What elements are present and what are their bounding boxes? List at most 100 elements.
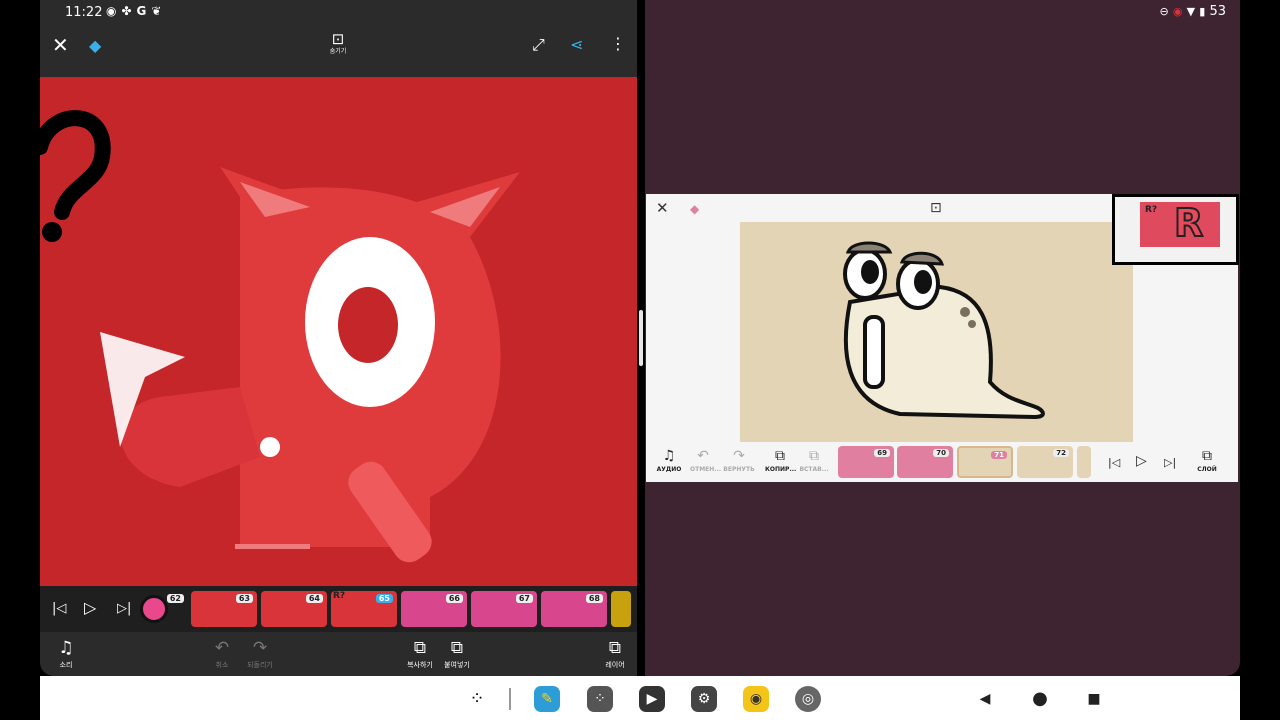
copy-icon: ⧉ xyxy=(775,448,785,464)
snail-eyelid-left xyxy=(845,241,893,254)
chrome-app-icon[interactable]: ◎ xyxy=(795,686,821,712)
close-icon[interactable]: ✕ xyxy=(52,35,69,55)
more-icon[interactable]: ⋮ xyxy=(610,35,626,53)
timeline-frame[interactable]: 62 xyxy=(138,591,188,627)
frame-number: 65 xyxy=(375,594,393,603)
paste-label: ВСТАВ... xyxy=(799,466,829,473)
layer-button[interactable]: ⧉ 레이어 xyxy=(600,638,630,670)
video-timeline-frame[interactable]: 72 xyxy=(1017,446,1073,478)
timeline-frame[interactable]: 63 xyxy=(191,591,257,627)
frame-timeline: |◁ ▷ ▷| 62 63 64 R? 65 66 67 68 xyxy=(40,586,637,632)
system-navbar: ⁘ ✎ ⁘ ▶ ⚙ ◉ ◎ ◀ ● ■ xyxy=(40,676,1240,720)
recents-icon[interactable]: ■ xyxy=(1081,686,1107,712)
fan-icon: ✤ xyxy=(121,4,137,18)
music-icon: ♫ xyxy=(58,638,74,658)
settings-app-icon[interactable]: ⚙ xyxy=(691,686,717,712)
youtube-app-icon[interactable]: ▶ xyxy=(639,686,665,712)
leaf-icon: ❦ xyxy=(151,4,167,18)
video-undo-button[interactable]: ↶ ОТМЕН... xyxy=(690,448,721,473)
left-app-pane: 11:22 ◉✤G❦ ✕ ◆ ⊡ 숨기기 ⤢ ⋖ ⋮ |◁ ▷ ▷| 62 63… xyxy=(40,0,637,676)
split-handle[interactable] xyxy=(639,310,643,366)
frame-number: 62 xyxy=(166,594,184,603)
video-paste-button[interactable]: ⧉ ВСТАВ... xyxy=(799,448,829,473)
audio-label: АУДИО xyxy=(656,466,682,473)
undo-label: 취소 xyxy=(215,661,229,669)
timeline-frame-active[interactable]: R? 65 xyxy=(331,591,397,627)
redo-button[interactable]: ↷ 되돌리기 xyxy=(242,638,278,670)
hide-button[interactable]: ⊡ 숨기기 xyxy=(322,30,354,56)
video-canvas[interactable] xyxy=(740,222,1133,442)
hide-label: 숨기기 xyxy=(329,48,347,55)
pip-content: R? R xyxy=(1115,197,1236,262)
sound-button[interactable]: ♫ 소리 xyxy=(52,638,80,670)
skip-end-icon[interactable]: ▷| xyxy=(117,600,131,618)
diamond-icon[interactable]: ◆ xyxy=(89,37,101,55)
video-play-icon[interactable]: ▷ xyxy=(1136,452,1147,470)
video-hide-icon[interactable]: ⊡ xyxy=(930,199,942,217)
video-close-icon[interactable]: ✕ xyxy=(656,199,669,217)
undo-button[interactable]: ↶ 취소 xyxy=(208,638,236,670)
fullscreen-icon[interactable]: ⤢ xyxy=(532,36,545,54)
status-icons: ◉✤G❦ xyxy=(106,4,166,18)
timeline-frame[interactable]: 67 xyxy=(471,591,537,627)
frame-number: 63 xyxy=(235,594,253,603)
copy-icon: ⧉ xyxy=(413,638,427,658)
paste-icon: ⧉ xyxy=(450,638,464,658)
home-icon[interactable]: ● xyxy=(1027,686,1053,712)
video-copy-button[interactable]: ⧉ КОПИР... xyxy=(765,448,796,473)
timeline-frame[interactable]: 64 xyxy=(261,591,327,627)
frame-number: 68 xyxy=(585,594,603,603)
split-divider xyxy=(637,0,645,676)
right-app-pane: ⊖ ◉ ▼ ▮ 53 ✕ ◆ ⊡ ♫ АУДИО ↶ ОТМЕН... ↷ ВЕ… xyxy=(645,0,1240,676)
paste-button[interactable]: ⧉ 붙여넣기 xyxy=(440,638,474,670)
frame-number: 66 xyxy=(445,594,463,603)
app-drawer-icon[interactable]: ⁘ xyxy=(464,686,490,712)
dnd-icon: ⊖ xyxy=(1159,5,1169,18)
video-timeline-frame[interactable]: 70 xyxy=(897,446,953,478)
hide-icon: ⊡ xyxy=(331,30,345,48)
layers-icon: ⧉ xyxy=(608,638,622,658)
paste-label: 붙여넣기 xyxy=(444,661,470,669)
timeline-frame[interactable]: 68 xyxy=(541,591,607,627)
skip-start-icon[interactable]: |◁ xyxy=(52,600,66,618)
status-right: ⊖ ◉ ▼ ▮ 53 xyxy=(1160,4,1226,19)
video-timeline-frame[interactable]: 69 xyxy=(838,446,894,478)
apps-grid-icon[interactable]: ⁘ xyxy=(587,686,613,712)
video-skip-start-icon[interactable]: |◁ xyxy=(1108,454,1120,472)
video-redo-button[interactable]: ↷ ВЕРНУТЬ xyxy=(723,448,755,473)
red-character-drawing xyxy=(40,110,520,563)
copy-button[interactable]: ⧉ 복사하기 xyxy=(404,638,436,670)
character-base xyxy=(235,544,310,549)
timeline-frame-partial[interactable] xyxy=(611,591,631,627)
record-icon: ◉ xyxy=(106,4,122,18)
picture-in-picture[interactable]: R? R xyxy=(1112,194,1239,265)
timeline-frame[interactable]: 66 xyxy=(401,591,467,627)
share-icon[interactable]: ⋖ xyxy=(570,36,583,54)
layer-label: 레이어 xyxy=(605,661,625,669)
notes-app-icon[interactable]: ✎ xyxy=(534,686,560,712)
video-timeline-frame-partial[interactable] xyxy=(1077,446,1091,478)
video-timeline-frame-active[interactable]: 71 xyxy=(957,446,1013,478)
sound-label: 소리 xyxy=(59,661,73,669)
redo-icon: ↷ xyxy=(733,448,745,464)
play-icon[interactable]: ▷ xyxy=(84,599,96,617)
video-layer-button[interactable]: ⧉ СЛОЙ xyxy=(1194,448,1220,473)
pip-canvas: R? R xyxy=(1140,200,1220,247)
redo-label: 되돌리기 xyxy=(247,661,273,669)
undo-icon: ↶ xyxy=(697,448,709,464)
undo-icon: ↶ xyxy=(214,638,230,658)
animation-canvas[interactable] xyxy=(40,77,637,586)
character-tail xyxy=(120,387,260,487)
video-diamond-icon[interactable]: ◆ xyxy=(690,200,699,218)
question-mark xyxy=(40,110,111,220)
frame-number: 72 xyxy=(1053,449,1069,457)
question-dot xyxy=(42,222,62,242)
video-skip-end-icon[interactable]: ▷| xyxy=(1164,454,1176,472)
camera-app-icon[interactable]: ◉ xyxy=(743,686,769,712)
status-time: 11:22 xyxy=(65,5,103,20)
video-audio-button[interactable]: ♫ АУДИО xyxy=(656,448,682,473)
snail-character-drawing xyxy=(843,241,1045,420)
snail-spot xyxy=(968,320,976,328)
left-bottom-toolbar: ♫ 소리 ↶ 취소 ↷ 되돌리기 ⧉ 복사하기 ⧉ 붙여넣기 ⧉ 레이어 xyxy=(40,632,637,676)
back-icon[interactable]: ◀ xyxy=(972,686,998,712)
